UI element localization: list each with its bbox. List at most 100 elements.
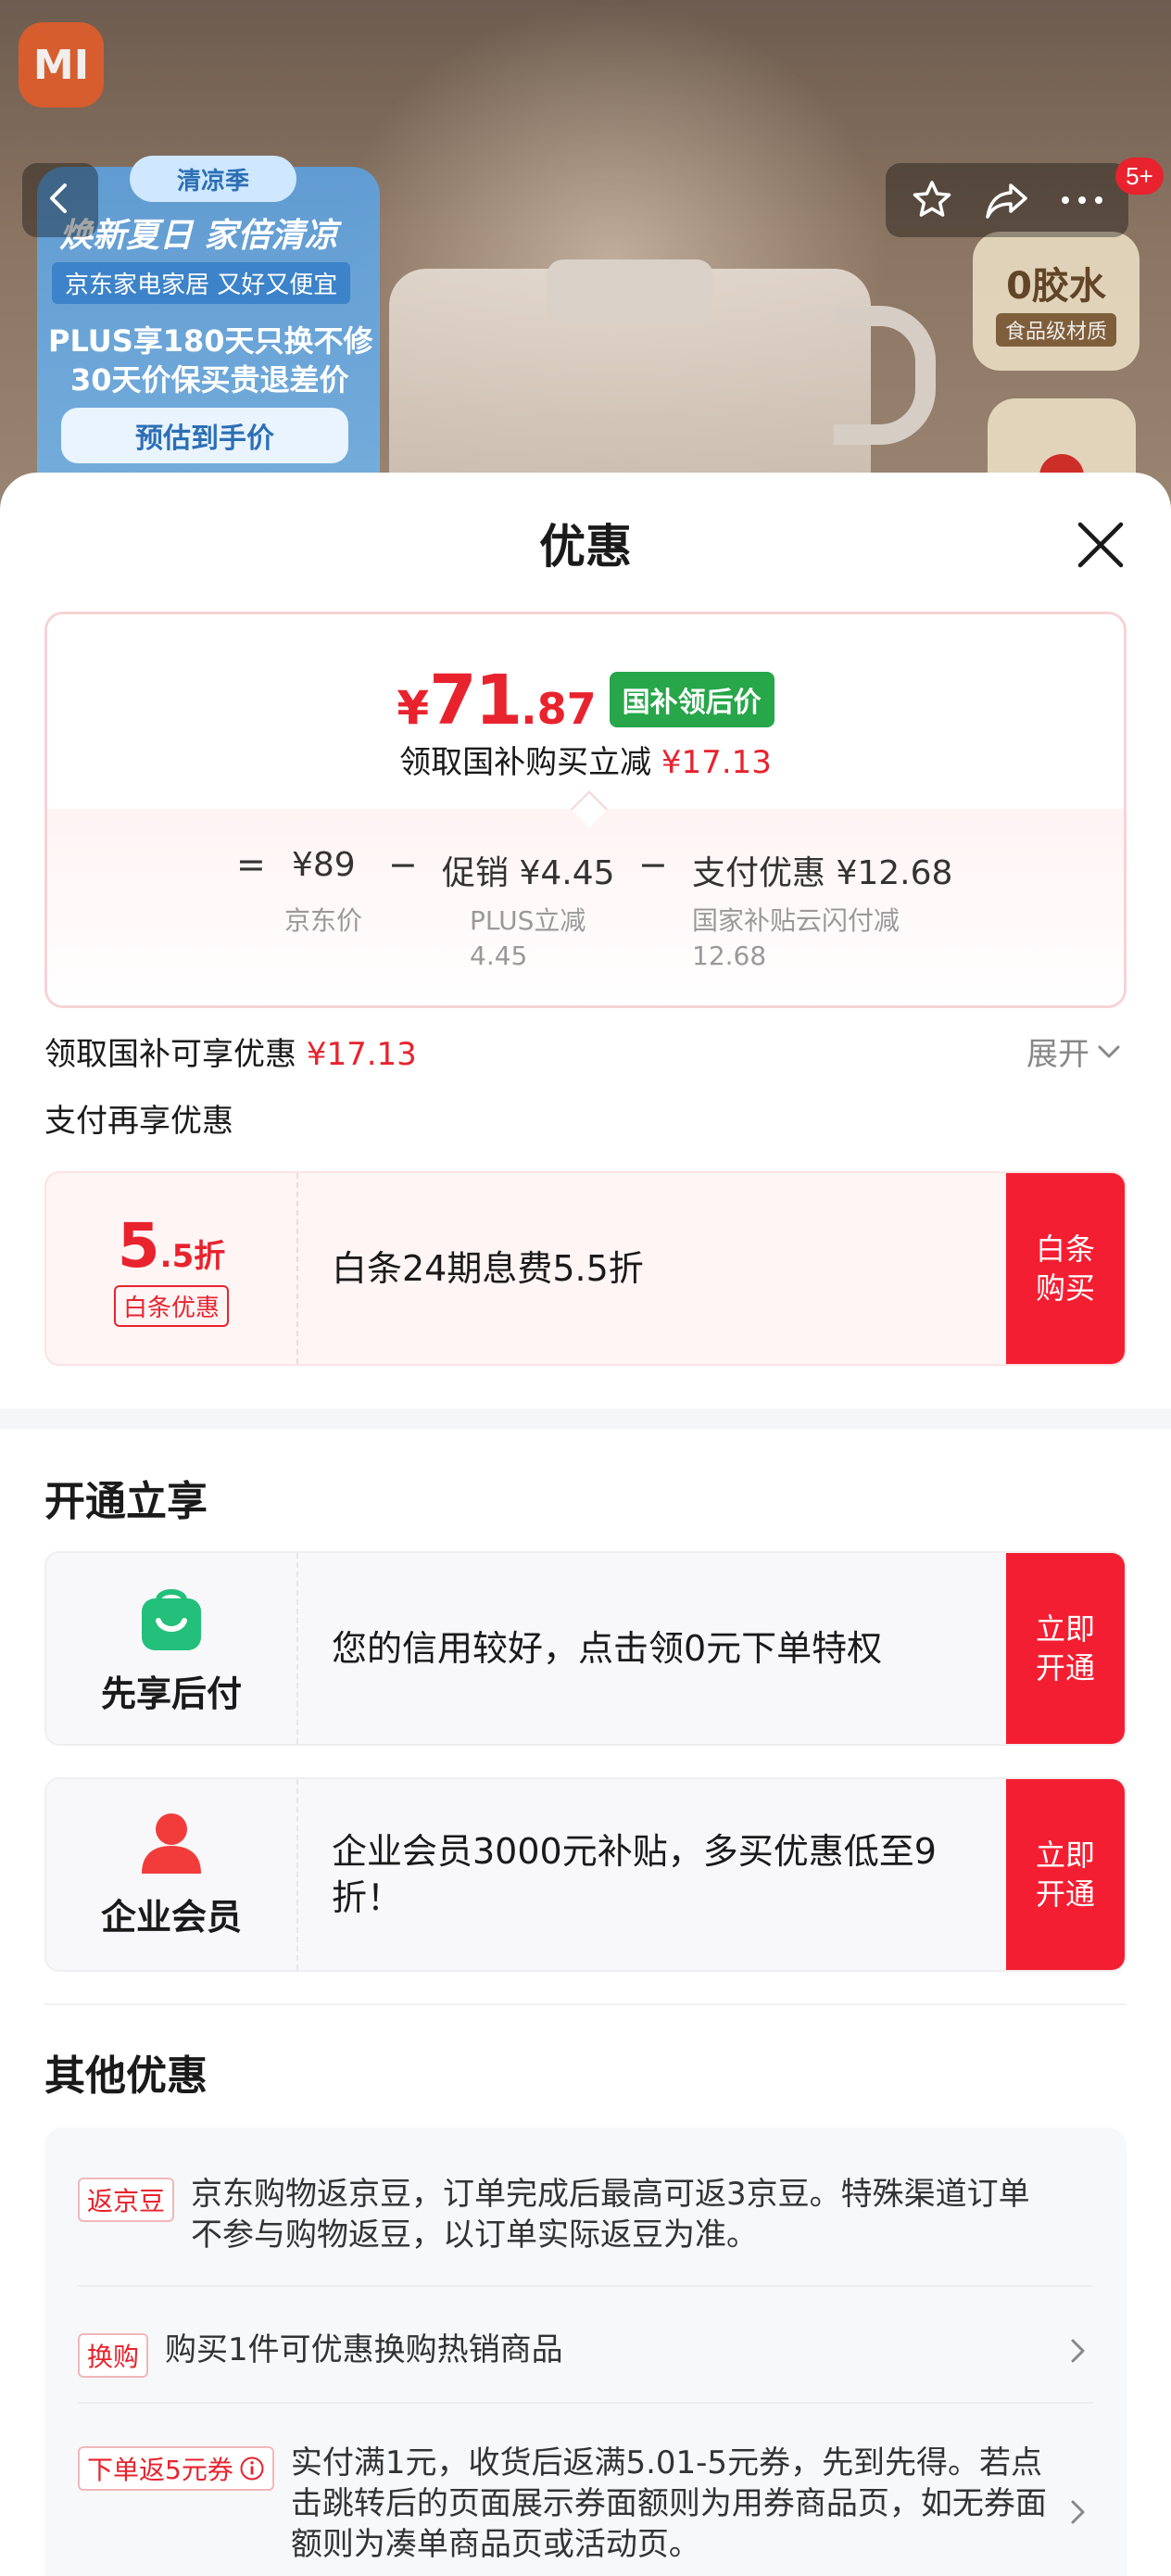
- enterprise-member-brand: 企业会员: [46, 1779, 298, 1970]
- subsidy-summary-amount: ¥17.13: [306, 1036, 417, 1073]
- product-image-lid: [547, 259, 713, 324]
- jingdou-description: 京东购物返京豆，订单完成后最高可返3京豆。特殊渠道订单不参与购物返豆，以订单实际…: [191, 2176, 1030, 2254]
- close-button[interactable]: [1075, 519, 1127, 571]
- feature-badge-subtitle: 食品级材质: [995, 313, 1116, 347]
- minus-sign-1: −: [388, 844, 418, 885]
- baitiao-tag: 白条优惠: [113, 1285, 229, 1327]
- back-arrow-icon: [42, 180, 79, 221]
- subsidy-summary-label: 领取国补可享优惠: [44, 1036, 296, 1073]
- feature-badge-title: 0胶水: [1006, 265, 1106, 308]
- baitiao-description: 白条24期息费5.5折: [332, 1248, 644, 1289]
- baitiao-discount-box: 5.5折 白条优惠: [46, 1173, 298, 1364]
- baitiao-discount-fraction: .5折: [159, 1238, 226, 1275]
- promo-price-protect-line: 30天价保买贵退差价: [70, 362, 349, 398]
- exchange-description: 购买1件可优惠换购热销商品: [165, 2331, 563, 2368]
- base-price-label: 京东价: [284, 905, 363, 936]
- enterprise-open-line2: 开通: [1035, 1876, 1095, 1912]
- price-breakdown-card: ¥71.87 国补领后价 领取国补购买立减 ¥17.13 = ¥89 − 促销 …: [44, 612, 1127, 1008]
- favorite-button[interactable]: [900, 168, 964, 233]
- payment-discount-label: 国家补贴云闪付减: [692, 905, 900, 936]
- pay-later-label: 先享后付: [100, 1673, 242, 1714]
- enterprise-member-open-button[interactable]: 立即 开通: [1006, 1779, 1125, 1970]
- minus-sign-2: −: [638, 844, 668, 885]
- enterprise-member-label: 企业会员: [100, 1896, 242, 1938]
- message-count-badge: 5+: [1115, 158, 1164, 195]
- payment-discount-amount: 12.68: [692, 941, 767, 971]
- pay-later-card[interactable]: 先享后付 您的信用较好，点击领0元下单特权 立即 开通: [44, 1551, 1127, 1746]
- exchange-tag: 换购: [78, 2333, 149, 2378]
- product-hero-background: MI 清凉季 焕新夏日 家倍清凉 京东家电家居 又好又便宜 PLUS享180天只…: [0, 0, 1171, 519]
- baitiao-discount-number: 5: [117, 1210, 160, 1282]
- share-button[interactable]: [975, 168, 1039, 233]
- promo-discount-value: 促销 ¥4.45: [442, 854, 615, 892]
- item-separator: [78, 2402, 1093, 2404]
- baitiao-discount: 5.5折: [118, 1210, 226, 1282]
- enterprise-member-card[interactable]: 企业会员 企业会员3000元补贴，多买优惠低至9折！ 立即 开通: [44, 1777, 1127, 1972]
- pay-later-brand: 先享后付: [46, 1553, 298, 1744]
- pay-later-open-line2: 开通: [1035, 1650, 1095, 1686]
- equals-sign: =: [236, 844, 266, 885]
- pay-later-open-label: 立即 开通: [1036, 1610, 1095, 1687]
- close-icon: [1077, 522, 1124, 568]
- more-icon: [1061, 196, 1102, 204]
- jingdou-rebate-item: 返京豆 京东购物返京豆，订单完成后最高可返3京豆。特殊渠道订单不参与购物返豆，以…: [78, 2174, 1060, 2255]
- baitiao-buy-button[interactable]: 白条 购买: [1006, 1173, 1125, 1364]
- section-divider: [0, 1408, 1171, 1429]
- promo-badge: 清凉季: [130, 156, 296, 202]
- final-price-row: ¥71.87 国补领后价: [47, 661, 1124, 740]
- subsidy-reduction-line: 领取国补购买立减 ¥17.13: [47, 737, 1124, 782]
- final-price: ¥71.87: [397, 661, 596, 740]
- sheet-title: 优惠: [539, 520, 632, 574]
- exchange-purchase-item[interactable]: 换购 购买1件可优惠换购热销商品: [78, 2330, 1060, 2378]
- expand-button[interactable]: 展开: [1026, 1029, 1121, 1074]
- payment-discount-value: 支付优惠 ¥12.68: [692, 854, 953, 892]
- pay-later-description: 您的信用较好，点击领0元下单特权: [332, 1628, 883, 1669]
- promo-discount-label: PLUS立减: [470, 905, 586, 936]
- baitiao-buy-label: 白条 购买: [1036, 1230, 1095, 1307]
- base-price-value: ¥89: [292, 846, 356, 884]
- promo-estimate-label: 预估到手价: [61, 408, 348, 463]
- chevron-right-icon[interactable]: [1064, 2498, 1091, 2526]
- price-integer: 71: [429, 661, 523, 740]
- enterprise-open-label: 立即 开通: [1036, 1836, 1095, 1913]
- section-divider-line: [44, 2003, 1127, 2005]
- product-image-handle: [834, 306, 936, 445]
- promo-plus-line: PLUS享180天只换不修: [48, 323, 373, 359]
- promo-subline: 京东家电家居 又好又便宜: [52, 262, 351, 304]
- pay-later-open-line1: 立即: [1035, 1611, 1095, 1647]
- share-icon: [986, 183, 1027, 219]
- baitiao-buy-line1: 白条: [1035, 1231, 1095, 1267]
- back-button[interactable]: [22, 163, 98, 237]
- baitiao-offer-card[interactable]: 5.5折 白条优惠 白条24期息费5.5折 白条 购买: [44, 1171, 1127, 1366]
- enterprise-member-description: 企业会员3000元补贴，多买优惠低至9折！: [332, 1831, 937, 1918]
- baitiao-buy-line2: 购买: [1035, 1270, 1095, 1306]
- shopping-bag-icon: [142, 1588, 201, 1650]
- discount-sheet: 优惠 ¥71.87 国补领后价 领取国补购买立减 ¥17.13 = ¥89 − …: [0, 473, 1171, 2576]
- price-decimal: .87: [521, 684, 597, 734]
- coupon-rebate-item[interactable]: 下单返5元券 实付满1元，收货后返满5.01-5元券，先到先得。若点击跳转后的页…: [78, 2443, 1060, 2565]
- subsidy-price-tag: 国补领后价: [609, 672, 774, 727]
- subsidy-summary-row: 领取国补可享优惠 ¥17.13: [44, 1029, 417, 1074]
- pay-later-open-button[interactable]: 立即 开通: [1006, 1553, 1125, 1744]
- promo-discount-amount: 4.45: [470, 941, 528, 971]
- other-offers-list: 返京豆 京东购物返京豆，订单完成后最高可返3京豆。特殊渠道订单不参与购物返豆，以…: [44, 2128, 1127, 2576]
- person-icon: [142, 1812, 201, 1874]
- chevron-right-icon[interactable]: [1064, 2337, 1091, 2365]
- subsidy-reduction-amount: ¥17.13: [661, 744, 772, 781]
- subsidy-reduction-label: 领取国补购买立减: [399, 744, 652, 781]
- info-icon[interactable]: [239, 2456, 265, 2481]
- more-button[interactable]: [1050, 168, 1114, 233]
- promo-headline: 焕新夏日 家倍清凉: [59, 217, 338, 255]
- top-action-bar: [886, 163, 1128, 237]
- coupon-description: 实付满1元，收货后返满5.01-5元券，先到先得。若点击跳转后的页面展示券面额则…: [290, 2444, 1047, 2563]
- brand-logo: MI: [19, 22, 104, 107]
- coupon-tag: 下单返5元券: [78, 2446, 274, 2491]
- star-icon: [913, 181, 951, 217]
- open-section-title: 开通立享: [44, 1478, 208, 1525]
- coupon-tag-label: 下单返5元券: [87, 2455, 233, 2485]
- jingdou-tag: 返京豆: [78, 2178, 175, 2222]
- pay-more-label: 支付再享优惠: [44, 1103, 233, 1140]
- feature-badge: 0胶水 食品级材质: [973, 232, 1140, 371]
- enterprise-open-line1: 立即: [1035, 1837, 1095, 1873]
- expand-label: 展开: [1026, 1036, 1089, 1073]
